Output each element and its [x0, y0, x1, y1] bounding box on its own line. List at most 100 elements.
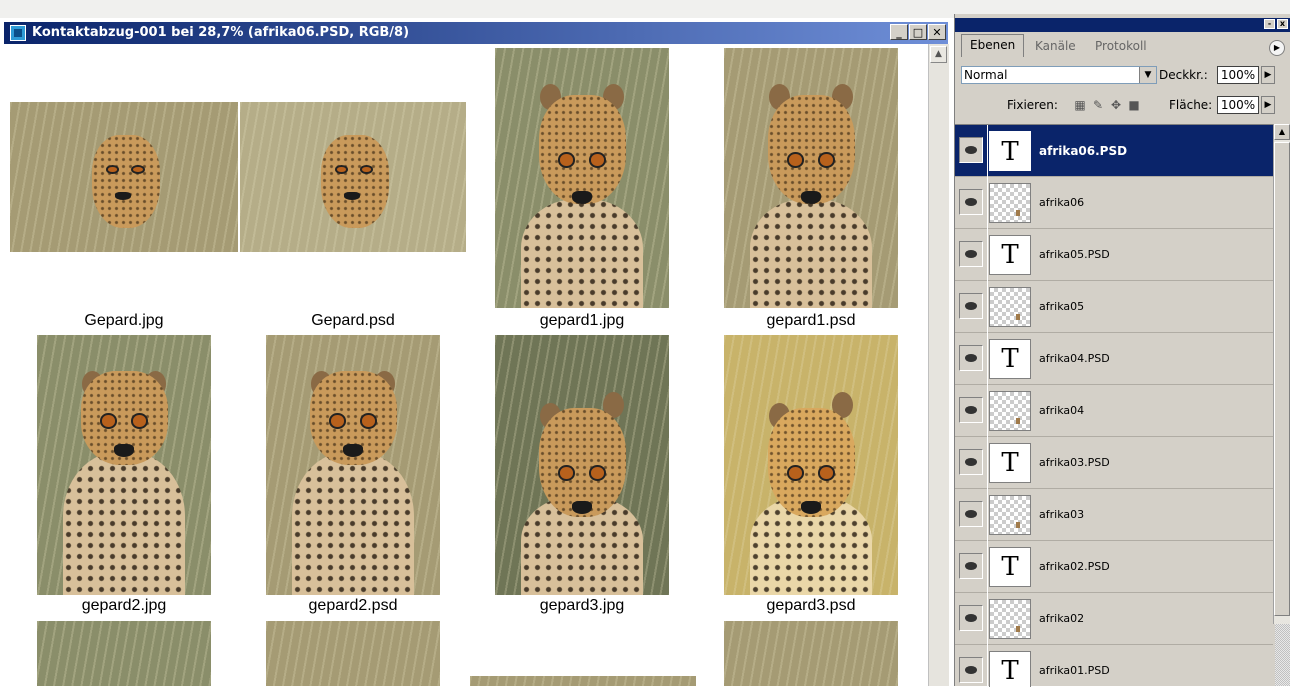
caption-gepard-psd: Gepard.psd	[311, 312, 395, 329]
panel-minimize-button[interactable]: -	[1264, 19, 1275, 29]
visibility-eye-icon[interactable]	[959, 397, 983, 423]
layer-row[interactable]: afrika06	[955, 177, 1273, 229]
thumbnail-row3-4	[724, 621, 898, 686]
panel-resize-area	[1275, 624, 1290, 686]
blend-mode-select[interactable]: Normal ▼	[961, 66, 1157, 84]
panel-close-button[interactable]: x	[1277, 19, 1288, 29]
visibility-eye-icon[interactable]	[959, 553, 983, 579]
document-window: Kontaktabzug-001 bei 28,7% (afrika06.PSD…	[0, 18, 954, 686]
document-title: Kontaktabzug-001 bei 28,7% (afrika06.PSD…	[32, 25, 410, 40]
visibility-eye-icon[interactable]	[959, 293, 983, 319]
document-title-bar[interactable]: Kontaktabzug-001 bei 28,7% (afrika06.PSD…	[4, 22, 948, 44]
minimize-button[interactable]: _	[890, 24, 908, 40]
blend-opacity-row: Normal ▼ Deckkr.: 100% ▶	[961, 66, 1287, 88]
photoshop-doc-icon	[10, 25, 26, 41]
layer-row[interactable]: T afrika04.PSD	[955, 333, 1273, 385]
contact-sheet-canvas[interactable]: Gepard.jpg Gepard.psd gepard1.jpg gepard…	[0, 44, 928, 686]
tab-ebenen[interactable]: Ebenen	[961, 34, 1025, 57]
caption-gepard2-psd: gepard2.psd	[308, 597, 398, 614]
panel-menu-arrow-icon[interactable]: ▶	[1269, 40, 1285, 56]
text-layer-icon: T	[989, 651, 1031, 687]
image-layer-thumbnail	[989, 183, 1031, 223]
opacity-slider-arrow-icon[interactable]: ▶	[1261, 66, 1275, 84]
visibility-eye-icon[interactable]	[959, 501, 983, 527]
layer-name: afrika05	[1039, 300, 1085, 313]
thumbnail-gepard-psd	[240, 102, 466, 252]
layer-name: afrika06.PSD	[1039, 144, 1128, 158]
panel-tabs: Ebenen Kanäle Protokoll ▶	[957, 34, 1290, 57]
lock-position-move-icon[interactable]: ✥	[1109, 98, 1123, 112]
maximize-button[interactable]: □	[909, 24, 927, 40]
chevron-down-icon[interactable]: ▼	[1139, 67, 1156, 83]
lock-pixels-brush-icon[interactable]: ✎	[1091, 98, 1105, 112]
layer-row[interactable]: afrika04	[955, 385, 1273, 437]
layer-row[interactable]: afrika05	[955, 281, 1273, 333]
visibility-eye-icon[interactable]	[959, 657, 983, 683]
thumbnail-gepard3-psd	[724, 335, 898, 595]
thumbnail-row3-1	[37, 621, 211, 686]
caption-gepard2-jpg: gepard2.jpg	[81, 597, 167, 614]
fill-slider-arrow-icon[interactable]: ▶	[1261, 96, 1275, 114]
scroll-up-arrow-icon[interactable]: ▲	[930, 46, 947, 63]
thumbnail-row3-3	[470, 676, 696, 686]
layer-name: afrika03	[1039, 508, 1085, 521]
caption-gepard3-psd: gepard3.psd	[766, 597, 856, 614]
layer-row[interactable]: T afrika02.PSD	[955, 541, 1273, 593]
layer-row[interactable]: T afrika01.PSD	[955, 645, 1273, 687]
image-layer-thumbnail	[989, 287, 1031, 327]
layer-name: afrika02.PSD	[1039, 560, 1110, 573]
image-layer-thumbnail	[989, 599, 1031, 639]
opacity-field[interactable]: 100%	[1217, 66, 1259, 84]
caption-gepard1-jpg: gepard1.jpg	[539, 312, 625, 329]
caption-gepard-jpg: Gepard.jpg	[84, 312, 164, 329]
layer-name: afrika06	[1039, 196, 1085, 209]
layer-row[interactable]: afrika02	[955, 593, 1273, 645]
thumbnail-gepard1-psd	[724, 48, 898, 308]
scrollbar-thumb[interactable]	[1274, 142, 1290, 616]
layer-row[interactable]: T afrika03.PSD	[955, 437, 1273, 489]
layers-panel: - x Ebenen Kanäle Protokoll ▶ Normal ▼ D…	[954, 14, 1290, 687]
lock-label: Fixieren:	[1007, 98, 1058, 112]
visibility-eye-icon[interactable]	[959, 345, 983, 371]
layer-name: afrika03.PSD	[1039, 456, 1110, 469]
opacity-label: Deckkr.:	[1159, 68, 1208, 82]
image-layer-thumbnail	[989, 495, 1031, 535]
visibility-eye-icon[interactable]	[959, 189, 983, 215]
document-vertical-scrollbar[interactable]: ▲	[928, 44, 949, 686]
panel-title-bar[interactable]: - x	[955, 18, 1290, 32]
thumbnail-row3-2	[266, 621, 440, 686]
tab-kanaele[interactable]: Kanäle	[1027, 36, 1084, 56]
layer-row[interactable]: T afrika05.PSD	[955, 229, 1273, 281]
blend-mode-value: Normal	[964, 68, 1008, 82]
layer-name: afrika05.PSD	[1039, 248, 1110, 261]
layer-name: afrika02	[1039, 612, 1085, 625]
text-layer-icon: T	[989, 547, 1031, 587]
layer-name: afrika04.PSD	[1039, 352, 1110, 365]
visibility-eye-icon[interactable]	[959, 605, 983, 631]
visibility-eye-icon[interactable]	[959, 449, 983, 475]
text-layer-icon: T	[989, 443, 1031, 483]
caption-gepard3-jpg: gepard3.jpg	[539, 597, 625, 614]
lock-all-padlock-icon[interactable]: ■	[1127, 98, 1141, 112]
scroll-up-arrow-icon[interactable]: ▲	[1274, 124, 1290, 140]
visibility-eye-icon[interactable]	[959, 241, 983, 267]
layer-row[interactable]: afrika03	[955, 489, 1273, 541]
fill-label: Fläche:	[1169, 98, 1213, 112]
text-layer-icon: T	[989, 339, 1031, 379]
layer-name: afrika04	[1039, 404, 1085, 417]
text-layer-icon: T	[989, 131, 1031, 171]
thumbnail-gepard-jpg	[10, 102, 238, 252]
tab-protokoll[interactable]: Protokoll	[1087, 36, 1155, 56]
close-button[interactable]: ✕	[928, 24, 946, 40]
thumbnail-gepard1-jpg	[495, 48, 669, 308]
fill-field[interactable]: 100%	[1217, 96, 1259, 114]
lock-transparency-icon[interactable]: ▦	[1073, 98, 1087, 112]
layer-row[interactable]: T afrika06.PSD	[955, 125, 1273, 177]
window-controls: _ □ ✕	[890, 24, 946, 40]
layers-list: T afrika06.PSD afrika06 T afrika05.PSD a…	[955, 124, 1273, 687]
thumbnail-gepard3-jpg	[495, 335, 669, 595]
thumbnail-gepard2-jpg	[37, 335, 211, 595]
layers-scrollbar[interactable]: ▲	[1273, 124, 1290, 624]
visibility-eye-icon[interactable]	[959, 137, 983, 163]
image-layer-thumbnail	[989, 391, 1031, 431]
